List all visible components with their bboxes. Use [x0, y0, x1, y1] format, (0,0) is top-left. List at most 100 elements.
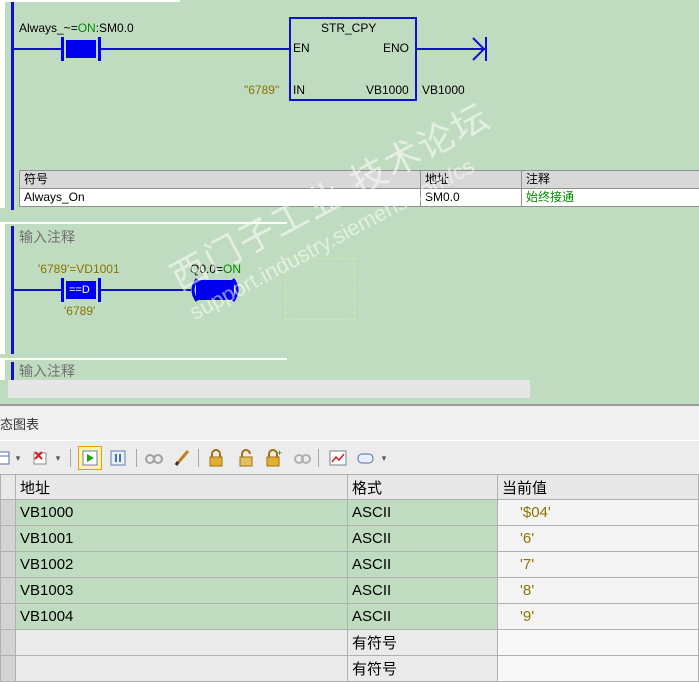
format-column-header[interactable]: 格式: [348, 475, 498, 500]
output-arrow-icon: [470, 36, 490, 62]
network-separator: [0, 0, 180, 2]
address-cell[interactable]: [16, 656, 348, 682]
delete-icon[interactable]: [30, 448, 50, 468]
normally-open-contact[interactable]: [61, 37, 101, 61]
address-cell[interactable]: VB1000: [16, 500, 348, 526]
glasses-icon[interactable]: [144, 448, 164, 468]
comment-cell[interactable]: 始终接通: [522, 189, 699, 207]
out-operand: VB1000: [422, 83, 465, 97]
wire: [101, 289, 191, 291]
comment-header: 注释: [522, 171, 699, 189]
row-header[interactable]: [1, 604, 16, 630]
network-gutter: [0, 224, 5, 354]
power-rail: [11, 0, 14, 210]
read-icon[interactable]: [292, 448, 312, 468]
lock-icon[interactable]: [206, 448, 226, 468]
table-row[interactable]: VB1003 ASCII '8': [1, 578, 699, 604]
value-cell: [498, 630, 699, 656]
row-header[interactable]: [1, 552, 16, 578]
symbol-cell[interactable]: Always_On: [20, 189, 421, 207]
format-cell[interactable]: ASCII: [348, 552, 498, 578]
wire: [101, 48, 289, 50]
table-row[interactable]: VB1001 ASCII '6': [1, 526, 699, 552]
value-cell: '8': [498, 578, 699, 604]
row-header[interactable]: [1, 526, 16, 552]
address-cell[interactable]: SM0.0: [421, 189, 522, 207]
wire: [14, 289, 63, 291]
table-row[interactable]: 有符号: [1, 630, 699, 656]
contact-label: Always_~=ON:SM0.0: [19, 21, 134, 35]
row-header[interactable]: [1, 656, 16, 682]
wire: [14, 48, 63, 50]
network-separator: [0, 222, 287, 224]
pin-in: IN: [293, 83, 305, 97]
address-cell[interactable]: VB1003: [16, 578, 348, 604]
address-cell[interactable]: [16, 630, 348, 656]
status-table: 地址 格式 当前值 VB1000 ASCII '$04' VB1001 ASCI…: [0, 474, 699, 682]
value-cell: [498, 656, 699, 682]
chevron-down-icon[interactable]: ▾: [54, 448, 62, 468]
horizontal-scrollbar[interactable]: [8, 380, 530, 398]
format-cell[interactable]: 有符号: [348, 656, 498, 682]
lock-plus-icon[interactable]: +: [264, 448, 284, 468]
network-comment[interactable]: 输入注释: [19, 230, 75, 244]
address-column-header[interactable]: 地址: [16, 475, 348, 500]
output-coil-icon[interactable]: [188, 277, 242, 303]
pause-icon[interactable]: [108, 448, 128, 468]
compare-op: ==D: [69, 283, 90, 297]
pin-out: VB1000: [366, 83, 409, 97]
table-row[interactable]: VB1002 ASCII '7': [1, 552, 699, 578]
network-gutter: [0, 0, 5, 208]
address-header: 地址: [421, 171, 522, 189]
chevron-down-icon[interactable]: ▾: [380, 448, 388, 468]
network-separator: [0, 358, 287, 360]
address-cell[interactable]: VB1004: [16, 604, 348, 630]
table-row[interactable]: VB1004 ASCII '9': [1, 604, 699, 630]
empty-box-placeholder: [285, 258, 355, 320]
symbol-header: 符号: [20, 171, 421, 189]
unlock-icon[interactable]: [236, 448, 256, 468]
trend-icon[interactable]: [328, 448, 348, 468]
status-chart-panel: 态图表 ▾ ▾ +: [0, 404, 699, 667]
svg-text:+: +: [277, 449, 282, 458]
pencil-icon[interactable]: [172, 448, 192, 468]
symbol-table: 符号 地址 注释 Always_On SM0.0 始终接通: [19, 170, 699, 207]
row-header-corner: [1, 475, 16, 500]
run-icon[interactable]: [78, 446, 102, 470]
compare-label: '6789'=VD1001: [38, 262, 120, 276]
toolbar-separator: [198, 449, 199, 467]
value-cell: '9': [498, 604, 699, 630]
value-cell: '7': [498, 552, 699, 578]
row-header[interactable]: [1, 500, 16, 526]
toolbar-separator: [136, 449, 137, 467]
address-cell[interactable]: VB1002: [16, 552, 348, 578]
address-cell[interactable]: VB1001: [16, 526, 348, 552]
row-header[interactable]: [1, 578, 16, 604]
compare-contact[interactable]: ==D: [61, 278, 101, 302]
table-icon[interactable]: [0, 448, 12, 468]
row-header[interactable]: [1, 630, 16, 656]
format-cell[interactable]: ASCII: [348, 500, 498, 526]
tag-icon[interactable]: [356, 448, 376, 468]
network-comment[interactable]: 输入注释: [19, 364, 75, 378]
coil-label: Q0.0=ON: [190, 262, 241, 276]
value-cell: '$04': [498, 500, 699, 526]
compare-operand2: '6789': [64, 304, 95, 318]
ladder-editor[interactable]: Always_~=ON:SM0.0 STR_CPY EN ENO IN VB10…: [0, 0, 699, 400]
value-column-header[interactable]: 当前值: [498, 475, 699, 500]
chevron-down-icon[interactable]: ▾: [14, 448, 22, 468]
pin-eno: ENO: [383, 41, 409, 55]
format-cell[interactable]: 有符号: [348, 630, 498, 656]
toolbar-separator: [70, 449, 71, 467]
table-row[interactable]: 有符号: [1, 656, 699, 682]
network-gutter: [0, 360, 5, 380]
format-cell[interactable]: ASCII: [348, 604, 498, 630]
table-row[interactable]: VB1000 ASCII '$04': [1, 500, 699, 526]
format-cell[interactable]: ASCII: [348, 526, 498, 552]
status-chart-title: 态图表: [0, 414, 39, 433]
value-cell: '6': [498, 526, 699, 552]
in-value: "6789": [244, 83, 279, 97]
power-rail: [11, 362, 14, 380]
toolbar-separator: [318, 449, 319, 467]
format-cell[interactable]: ASCII: [348, 578, 498, 604]
